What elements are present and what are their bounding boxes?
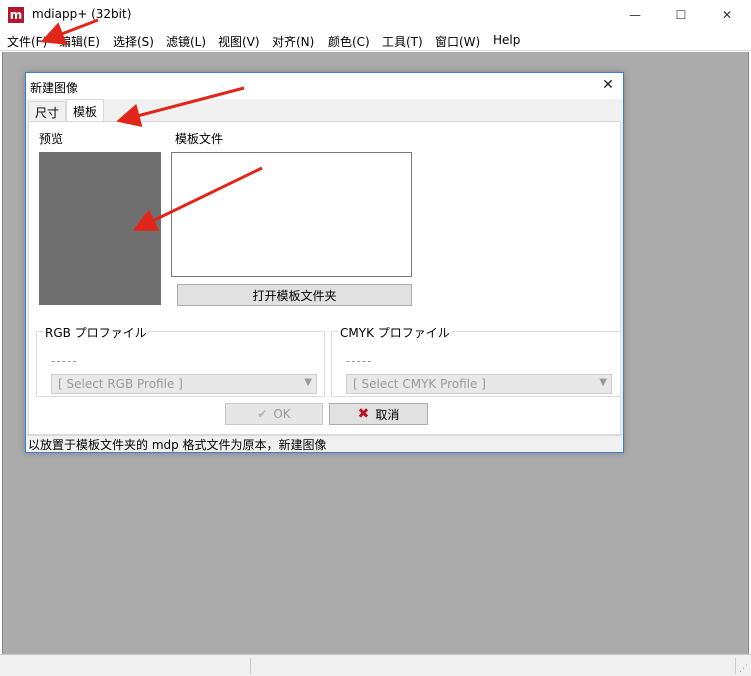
title-bar: m mdiapp+ (32bit) — ☐ ✕ <box>0 0 751 30</box>
cancel-button[interactable]: ✖ 取消 <box>329 403 428 425</box>
cmyk-profile-label: CMYK プロファイル <box>338 324 452 341</box>
rgb-profile-group: RGB プロファイル ----- [ Select RGB Profile ] … <box>36 324 325 397</box>
dialog-title-bar: 新建图像 ✕ <box>26 73 623 99</box>
menu-edit[interactable]: 编辑(E) <box>59 33 100 50</box>
dialog-status-text: 以放置于模板文件夹的 mdp 格式文件为原本，新建图像 <box>28 438 327 452</box>
rgb-profile-select-value: [ Select RGB Profile ] <box>58 377 183 391</box>
new-image-dialog: 新建图像 ✕ 尺寸 模板 预览 模板文件 打开模板文件夹 RGB プロファイル … <box>25 72 624 453</box>
menu-tools[interactable]: 工具(T) <box>382 33 423 50</box>
template-files-label: 模板文件 <box>175 132 224 146</box>
check-icon: ✔ <box>257 407 268 421</box>
close-icon: ✕ <box>721 8 733 22</box>
maximize-icon: ☐ <box>675 8 687 22</box>
menu-file[interactable]: 文件(F) <box>7 33 47 50</box>
close-button[interactable]: ✕ <box>704 0 750 30</box>
menu-select[interactable]: 选择(S) <box>113 33 154 50</box>
dialog-close-icon[interactable]: ✕ <box>598 77 618 95</box>
open-template-folder-label: 打开模板文件夹 <box>252 288 337 303</box>
chevron-down-icon: ▼ <box>304 377 312 388</box>
maximize-button[interactable]: ☐ <box>658 0 704 30</box>
dialog-title: 新建图像 <box>30 81 79 95</box>
template-preview <box>39 152 161 305</box>
tab-template[interactable]: 模板 <box>66 99 105 122</box>
menu-window[interactable]: 窗口(W) <box>435 33 480 50</box>
menu-align[interactable]: 对齐(N) <box>272 33 314 50</box>
ok-label: OK <box>273 407 291 421</box>
cmyk-profile-select[interactable]: [ Select CMYK Profile ] ▼ <box>346 374 612 394</box>
cross-icon: ✖ <box>357 406 370 422</box>
cancel-label: 取消 <box>375 407 400 422</box>
cmyk-profile-group: CMYK プロファイル ----- [ Select CMYK Profile … <box>331 324 621 397</box>
chevron-down-icon: ▼ <box>599 377 607 388</box>
template-tab-panel: 预览 模板文件 打开模板文件夹 RGB プロファイル ----- [ Selec… <box>28 121 621 436</box>
menu-bar: 文件(F) 编辑(E) 选择(S) 滤镜(L) 视图(V) 对齐(N) 颜色(C… <box>0 30 751 51</box>
status-bar: ⋰ <box>0 654 751 676</box>
open-template-folder-button[interactable]: 打开模板文件夹 <box>177 284 412 306</box>
status-divider <box>250 658 251 674</box>
rgb-profile-label: RGB プロファイル <box>43 324 149 341</box>
tab-size[interactable]: 尺寸 <box>28 101 67 121</box>
ok-button[interactable]: ✔ OK <box>225 403 323 425</box>
window-title: mdiapp+ (32bit) <box>32 7 132 21</box>
resize-grip-icon[interactable]: ⋰ <box>739 664 749 674</box>
cmyk-profile-select-value: [ Select CMYK Profile ] <box>353 377 486 391</box>
rgb-profile-select[interactable]: [ Select RGB Profile ] ▼ <box>51 374 317 394</box>
template-file-list[interactable] <box>171 152 412 277</box>
status-divider <box>735 658 736 674</box>
rgb-profile-dashes: ----- <box>51 354 78 368</box>
menu-color[interactable]: 颜色(C) <box>328 33 370 50</box>
menu-filter[interactable]: 滤镜(L) <box>166 33 206 50</box>
dialog-status-divider <box>26 434 623 435</box>
minimize-icon: — <box>629 8 641 22</box>
app-logo-icon: m <box>8 7 24 23</box>
menu-view[interactable]: 视图(V) <box>218 33 260 50</box>
preview-label: 预览 <box>39 132 64 146</box>
cmyk-profile-dashes: ----- <box>346 354 373 368</box>
minimize-button[interactable]: — <box>612 0 658 30</box>
menu-help[interactable]: Help <box>493 33 520 47</box>
